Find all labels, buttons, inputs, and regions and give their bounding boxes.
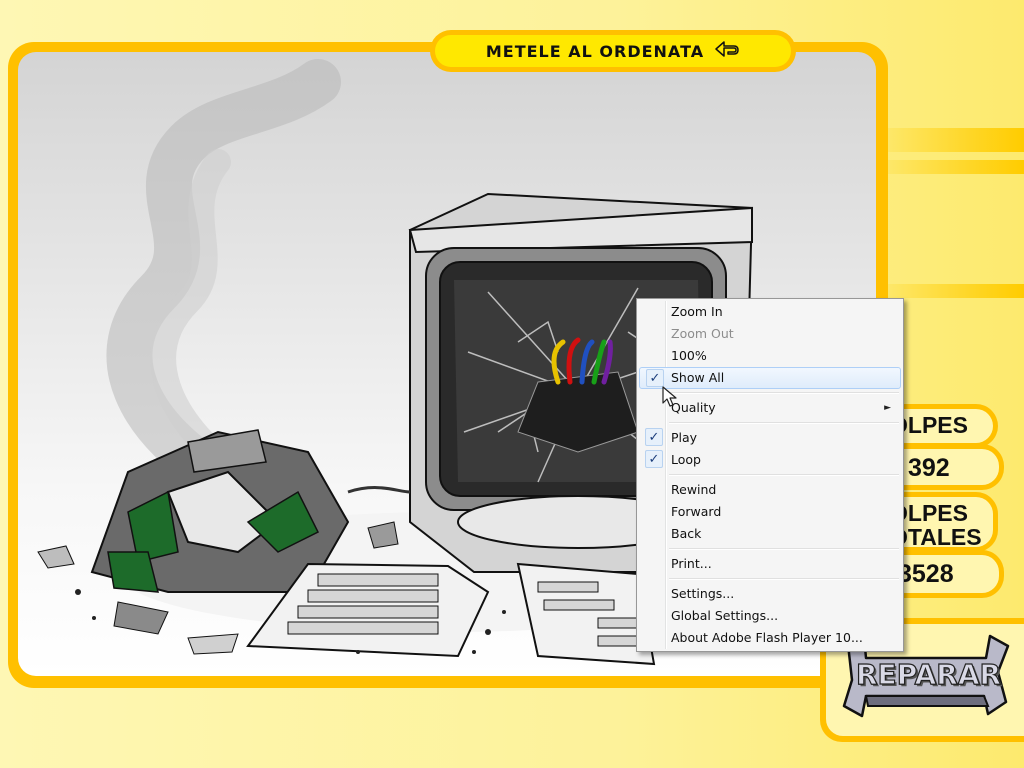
decor-stripe <box>864 128 1024 152</box>
menu-item-loop[interactable]: ✓ Loop <box>639 449 901 471</box>
menu-separator <box>639 471 901 479</box>
menu-item-zoom-in[interactable]: Zoom In <box>639 301 901 323</box>
menu-item-label: Zoom In <box>671 304 723 319</box>
back-arrow-icon[interactable] <box>714 40 740 62</box>
decor-stripe <box>864 284 1024 298</box>
repair-button-label: REPARAR <box>855 657 1002 691</box>
menu-separator <box>639 545 901 553</box>
menu-separator <box>639 389 901 397</box>
menu-item-label: Print... <box>671 556 712 571</box>
menu-item-show-all[interactable]: ✓ Show All <box>639 367 901 389</box>
menu-item-label: Loop <box>671 452 701 467</box>
menu-item-label: Global Settings... <box>671 608 779 623</box>
menu-item-rewind[interactable]: Rewind <box>639 479 901 501</box>
game-title: METELE AL ORDENATA <box>485 41 705 61</box>
submenu-arrow-icon: ► <box>884 403 891 413</box>
menu-item-label: Back <box>671 526 702 541</box>
menu-item-label: Zoom Out <box>671 326 734 341</box>
menu-item-label: Play <box>671 430 698 445</box>
menu-item-zoom-out: Zoom Out <box>639 323 901 345</box>
flash-context-menu: Zoom In Zoom Out 100% ✓ Show All Quality… <box>636 298 904 652</box>
menu-item-100-percent[interactable]: 100% <box>639 345 901 367</box>
menu-item-label: Show All <box>671 370 725 385</box>
decor-stripe <box>864 160 1024 174</box>
menu-item-about[interactable]: About Adobe Flash Player 10... <box>639 627 901 649</box>
menu-item-quality[interactable]: Quality ► <box>639 397 901 419</box>
menu-item-global-settings[interactable]: Global Settings... <box>639 605 901 627</box>
menu-item-forward[interactable]: Forward <box>639 501 901 523</box>
menu-item-label: Rewind <box>671 482 717 497</box>
title-banner: METELE AL ORDENATA <box>430 30 796 72</box>
menu-item-label: Forward <box>671 504 722 519</box>
menu-separator <box>639 575 901 583</box>
checkmark-icon: ✓ <box>646 369 664 387</box>
menu-item-settings[interactable]: Settings... <box>639 583 901 605</box>
mouse-cursor-icon <box>662 386 677 407</box>
menu-item-label: About Adobe Flash Player 10... <box>671 630 863 645</box>
menu-item-label: Settings... <box>671 586 735 601</box>
menu-item-label: 100% <box>671 348 707 363</box>
menu-item-print[interactable]: Print... <box>639 553 901 575</box>
checkmark-icon: ✓ <box>645 428 663 446</box>
menu-item-back[interactable]: Back <box>639 523 901 545</box>
menu-separator <box>639 419 901 427</box>
menu-item-play[interactable]: ✓ Play <box>639 427 901 449</box>
checkmark-icon: ✓ <box>645 450 663 468</box>
